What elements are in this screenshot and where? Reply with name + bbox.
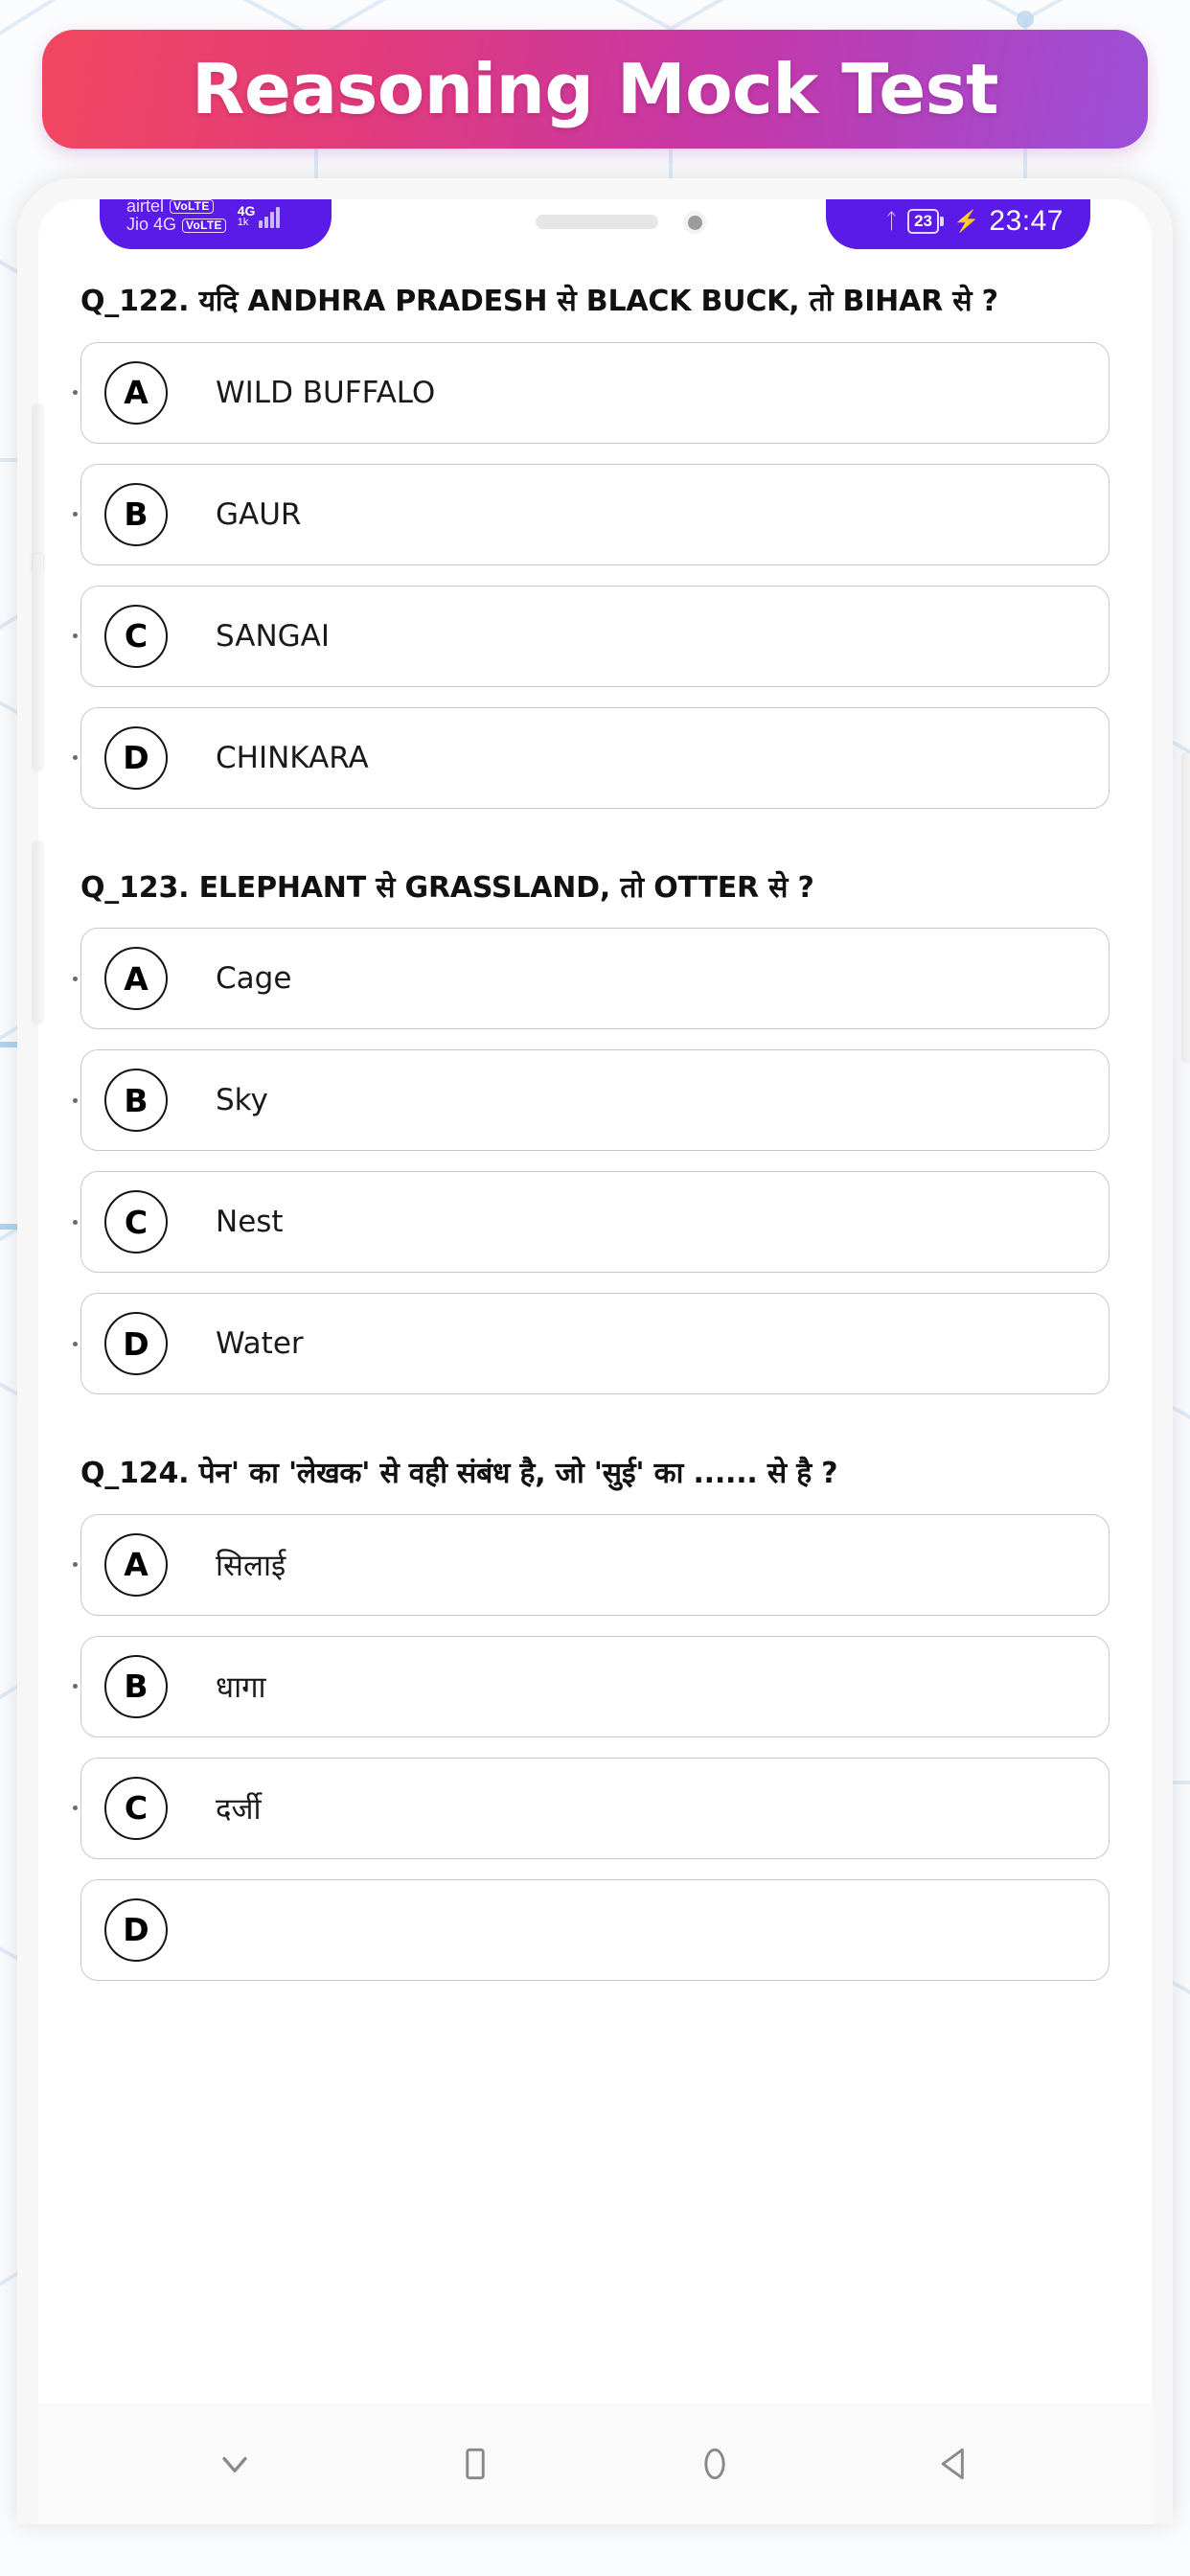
option-letter: B: [104, 482, 168, 546]
page-title: Reasoning Mock Test: [192, 49, 998, 129]
option-letter: C: [104, 604, 168, 668]
status-bar-right-group: ᛏ 23 ⚡ 23:47: [885, 205, 1064, 238]
page-root: Reasoning Mock Test airtel VoLTE Jio 4G …: [0, 0, 1190, 2576]
power-button[interactable]: [33, 841, 43, 1024]
option-letter: C: [104, 1776, 168, 1840]
signal-bars-icon: [259, 206, 281, 228]
charging-bolt-icon: ⚡: [953, 209, 980, 233]
circle-icon[interactable]: [676, 2426, 753, 2502]
question-block: Q_124. पेन' का 'लेखक' से वही संबंध है, ज…: [73, 1454, 1110, 1981]
option-list: A WILD BUFFALO B GAUR C SANGAI D CHINKAR…: [73, 341, 1110, 809]
option-letter: D: [104, 725, 168, 790]
chevron-down-icon[interactable]: [196, 2426, 273, 2502]
option-card[interactable]: C Nest: [73, 1171, 1110, 1274]
status-clock: 23:47: [989, 205, 1064, 237]
option-letter: C: [104, 1190, 168, 1254]
carrier-primary-name: airtel: [126, 199, 165, 216]
option-card[interactable]: B धागा: [73, 1635, 1110, 1737]
battery-cap-icon: [940, 216, 945, 226]
option-list: A सिलाई B धागा C दर्जी D: [73, 1513, 1110, 1981]
option-text: Water: [216, 1326, 304, 1362]
carrier-secondary-name: Jio 4G: [126, 215, 177, 235]
option-letter: A: [104, 360, 168, 425]
carrier-secondary-row: Jio 4G VoLTE: [126, 215, 226, 235]
option-list: A Cage B Sky C Nest D Water: [73, 928, 1110, 1395]
option-card[interactable]: C दर्जी: [73, 1757, 1110, 1859]
volume-down-button[interactable]: [33, 554, 43, 770]
option-letter: A: [104, 1532, 168, 1597]
square-icon[interactable]: [437, 2426, 514, 2502]
list-bullet: [73, 755, 78, 761]
signal-indicator: 4G 1k: [238, 204, 281, 228]
question-block: Q_123. ELEPHANT से GRASSLAND, तो OTTER स…: [73, 868, 1110, 1395]
option-letter: B: [104, 1069, 168, 1133]
option-card[interactable]: A Cage: [73, 928, 1110, 1030]
page-title-banner: Reasoning Mock Test: [42, 30, 1148, 149]
option-text: Nest: [216, 1205, 284, 1240]
phone-screen: airtel VoLTE Jio 4G VoLTE 4G 1k ᛏ 23 ⚡ 2…: [38, 199, 1152, 2524]
list-bullet: [73, 633, 78, 639]
question-text: Q_124. पेन' का 'लेखक' से वही संबंध है, ज…: [80, 1457, 838, 1491]
volte-badge-secondary: VoLTE: [182, 218, 226, 233]
network-speed-label: 1k: [237, 216, 249, 228]
carrier-primary-row: airtel VoLTE: [126, 199, 226, 216]
option-text: Sky: [216, 1083, 268, 1118]
option-letter: D: [104, 1312, 168, 1376]
option-card-partial[interactable]: D: [80, 1878, 1110, 1981]
list-bullet: [73, 976, 78, 981]
triangle-left-icon[interactable]: [917, 2426, 994, 2502]
option-card[interactable]: B Sky: [73, 1049, 1110, 1152]
bluetooth-icon: ᛏ: [884, 209, 899, 233]
battery-indicator: 23: [907, 209, 945, 234]
option-text: GAUR: [216, 496, 302, 532]
option-text: दर्जी: [216, 1791, 262, 1827]
list-bullet: [73, 1562, 78, 1568]
status-bar: airtel VoLTE Jio 4G VoLTE 4G 1k ᛏ 23 ⚡ 2…: [38, 199, 1152, 249]
option-card[interactable]: D CHINKARA: [73, 706, 1110, 809]
option-text: Cage: [216, 961, 292, 997]
option-letter: D: [104, 1898, 168, 1962]
list-bullet: [73, 1097, 78, 1103]
option-card[interactable]: B GAUR: [73, 463, 1110, 565]
question-text: Q_123. ELEPHANT से GRASSLAND, तो OTTER स…: [80, 870, 814, 905]
carrier-info: airtel VoLTE Jio 4G VoLTE 4G 1k: [126, 199, 281, 235]
network-type-label: 4G: [237, 202, 256, 218]
list-bullet: [73, 512, 78, 518]
list-bullet: [73, 1219, 78, 1225]
option-card[interactable]: A सिलाई: [73, 1513, 1110, 1616]
phone-mockup: airtel VoLTE Jio 4G VoLTE 4G 1k ᛏ 23 ⚡ 2…: [17, 178, 1190, 2524]
front-camera: [683, 211, 706, 234]
list-bullet: [73, 390, 78, 396]
android-navigation-bar: [38, 2404, 1152, 2524]
option-text: WILD BUFFALO: [216, 375, 436, 410]
battery-percent-label: 23: [907, 209, 940, 234]
assistant-button[interactable]: [1182, 753, 1190, 1062]
volte-badge-primary: VoLTE: [170, 199, 214, 215]
option-text: SANGAI: [216, 618, 331, 654]
volume-up-button[interactable]: [33, 404, 43, 573]
question-text: Q_122. यदि ANDHRA PRADESH से BLACK BUCK,…: [80, 285, 998, 318]
question-block: Q_122. यदि ANDHRA PRADESH से BLACK BUCK,…: [73, 282, 1110, 809]
speaker-grille: [536, 215, 658, 229]
option-letter: A: [104, 947, 168, 1011]
option-letter: B: [104, 1654, 168, 1718]
option-card[interactable]: A WILD BUFFALO: [73, 341, 1110, 444]
option-card[interactable]: D Water: [73, 1293, 1110, 1395]
option-card[interactable]: C SANGAI: [73, 585, 1110, 687]
option-text: सिलाई: [216, 1548, 286, 1583]
list-bullet: [73, 1806, 78, 1811]
option-text: CHINKARA: [216, 740, 369, 775]
quiz-content: Q_122. यदि ANDHRA PRADESH से BLACK BUCK,…: [38, 249, 1152, 2436]
option-text: धागा: [216, 1669, 266, 1705]
list-bullet: [73, 1341, 78, 1346]
list-bullet: [73, 1684, 78, 1690]
